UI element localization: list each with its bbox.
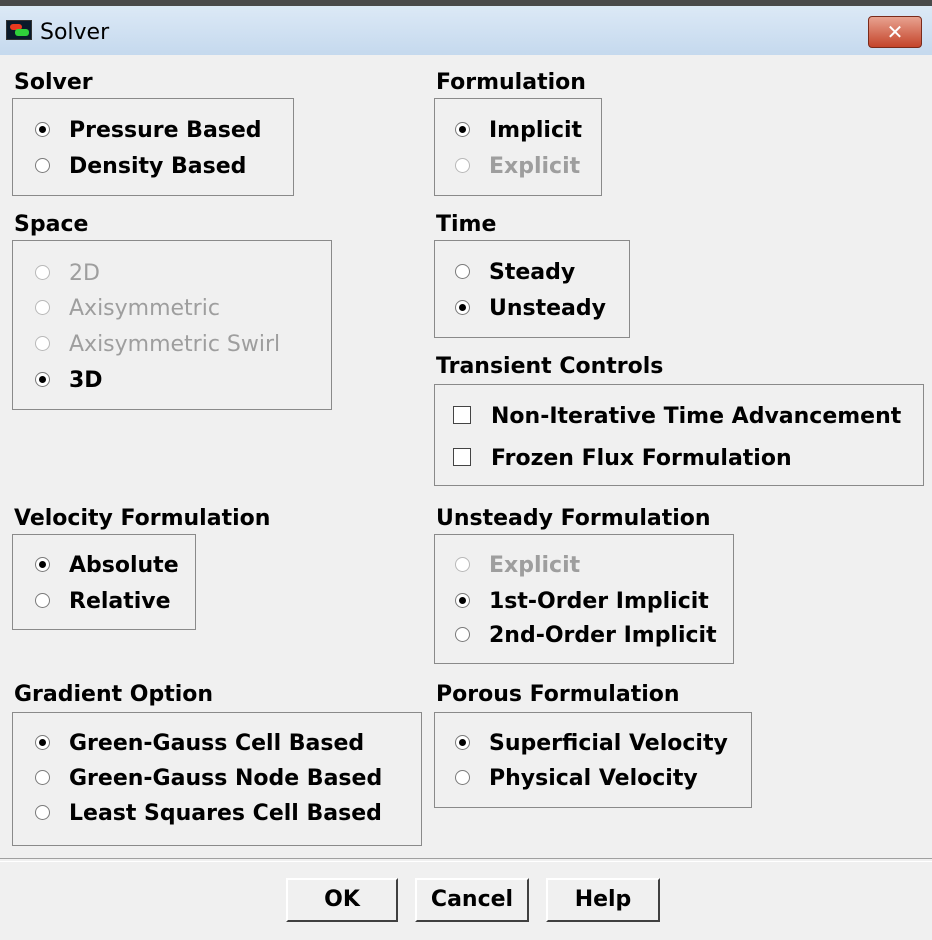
checkbox-unchecked-icon bbox=[453, 406, 471, 424]
porous-formulation-group-label: Porous Formulation bbox=[436, 682, 680, 707]
title-bar[interactable]: Solver ✕ bbox=[0, 0, 932, 55]
radio-empty-icon bbox=[35, 770, 50, 785]
fluent-app-icon bbox=[6, 20, 32, 40]
solver-dialog: Solver ✕ Solver Pressure Based Density B… bbox=[0, 0, 932, 940]
radio-selected-icon bbox=[35, 735, 50, 750]
radio-empty-icon bbox=[455, 770, 470, 785]
solver-group-label: Solver bbox=[14, 70, 93, 95]
window-title: Solver bbox=[40, 20, 110, 45]
ok-button[interactable]: OK bbox=[286, 878, 398, 922]
radio-empty-icon bbox=[35, 300, 50, 315]
radio-empty-icon bbox=[455, 264, 470, 279]
space-group-label: Space bbox=[14, 212, 89, 237]
radio-empty-icon bbox=[455, 557, 470, 572]
space-group: 2D Axisymmetric Axisymmetric Swirl 3D bbox=[12, 240, 332, 410]
gradient-option-group: Green-Gauss Cell Based Green-Gauss Node … bbox=[12, 712, 422, 846]
porous-formulation-group: Superficial Velocity Physical Velocity bbox=[434, 712, 752, 808]
time-group-label: Time bbox=[436, 212, 497, 237]
time-group: Steady Unsteady bbox=[434, 240, 630, 338]
transient-controls-group-label: Transient Controls bbox=[436, 354, 664, 379]
radio-empty-icon bbox=[35, 265, 50, 280]
radio-empty-icon bbox=[455, 627, 470, 642]
radio-selected-icon bbox=[455, 593, 470, 608]
radio-selected-icon bbox=[35, 372, 50, 387]
velocity-formulation-group-label: Velocity Formulation bbox=[14, 506, 271, 531]
button-separator bbox=[0, 858, 932, 862]
formulation-group: Implicit Explicit bbox=[434, 98, 602, 196]
cancel-button[interactable]: Cancel bbox=[415, 878, 529, 922]
radio-empty-icon bbox=[35, 593, 50, 608]
radio-selected-icon bbox=[455, 735, 470, 750]
radio-empty-icon bbox=[35, 158, 50, 173]
transient-controls-group: Non-Iterative Time Advancement Frozen Fl… bbox=[434, 384, 924, 486]
unsteady-formulation-group-label: Unsteady Formulation bbox=[436, 506, 711, 531]
formulation-group-label: Formulation bbox=[436, 70, 586, 95]
radio-selected-icon bbox=[455, 300, 470, 315]
checkbox-unchecked-icon bbox=[453, 448, 471, 466]
solver-group: Pressure Based Density Based bbox=[12, 98, 294, 196]
radio-selected-icon bbox=[455, 122, 470, 137]
close-icon: ✕ bbox=[886, 20, 904, 44]
gradient-option-group-label: Gradient Option bbox=[14, 682, 214, 707]
unsteady-formulation-group: Explicit 1st-Order Implicit 2nd-Order Im… bbox=[434, 534, 734, 664]
radio-selected-icon bbox=[35, 122, 50, 137]
radio-empty-icon bbox=[35, 336, 50, 351]
velocity-formulation-group: Absolute Relative bbox=[12, 534, 196, 630]
help-button[interactable]: Help bbox=[546, 878, 660, 922]
radio-selected-icon bbox=[35, 557, 50, 572]
close-button[interactable]: ✕ bbox=[868, 16, 922, 48]
radio-empty-icon bbox=[35, 805, 50, 820]
radio-empty-icon bbox=[455, 158, 470, 173]
